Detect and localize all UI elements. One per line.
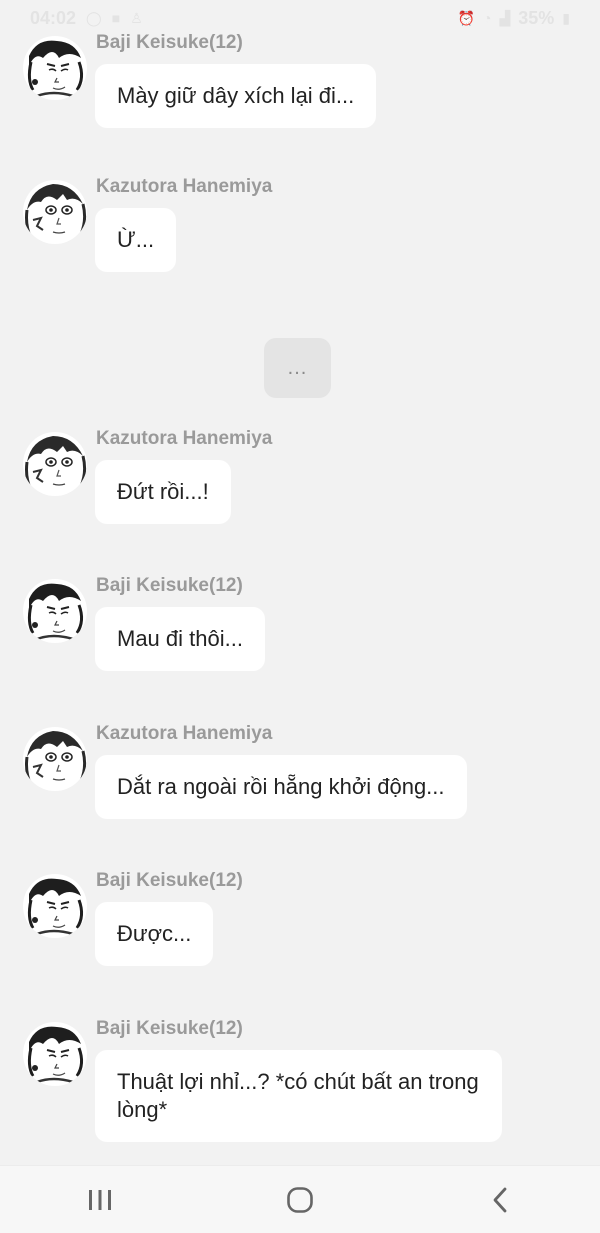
- message-bubble[interactable]: Thuật lợi nhỉ...? *có chút bất an trong …: [95, 1050, 502, 1142]
- home-icon: [287, 1186, 313, 1213]
- message-bubble[interactable]: Đứt rồi...!: [95, 460, 231, 524]
- recent-apps-button[interactable]: [65, 1170, 135, 1230]
- baji-avatar[interactable]: [23, 1022, 87, 1086]
- chat-area[interactable]: Baji Keisuke(12) Mày giữ dây xích lại đi…: [0, 0, 600, 1165]
- sender-name: Kazutora Hanemiya: [96, 723, 273, 744]
- back-icon: [493, 1187, 507, 1212]
- navigation-bar: [0, 1165, 600, 1233]
- baji-avatar[interactable]: [23, 874, 87, 938]
- kazutora-avatar[interactable]: [23, 727, 87, 791]
- ellipsis-separator: ...: [264, 338, 331, 398]
- message-bubble[interactable]: Mày giữ dây xích lại đi...: [95, 64, 377, 128]
- sender-name: Baji Keisuke(12): [96, 32, 243, 53]
- sender-name: Baji Keisuke(12): [96, 1018, 243, 1039]
- message-bubble[interactable]: Mau đi thôi...: [95, 607, 265, 671]
- baji-avatar[interactable]: [23, 36, 87, 100]
- baji-avatar[interactable]: [23, 579, 87, 643]
- message-bubble[interactable]: Ừ...: [95, 208, 177, 272]
- back-button[interactable]: [465, 1170, 535, 1230]
- sender-name: Kazutora Hanemiya: [96, 176, 273, 197]
- sender-name: Baji Keisuke(12): [96, 575, 243, 596]
- kazutora-avatar[interactable]: [23, 180, 87, 244]
- sender-name: Baji Keisuke(12): [96, 870, 243, 891]
- message-bubble[interactable]: Được...: [95, 902, 214, 966]
- kazutora-avatar[interactable]: [23, 432, 87, 496]
- message-bubble[interactable]: Dắt ra ngoài rồi hẵng khởi động...: [95, 755, 467, 819]
- sender-name: Kazutora Hanemiya: [96, 428, 273, 449]
- home-button[interactable]: [265, 1170, 335, 1230]
- recent-apps-icon: [89, 1189, 111, 1210]
